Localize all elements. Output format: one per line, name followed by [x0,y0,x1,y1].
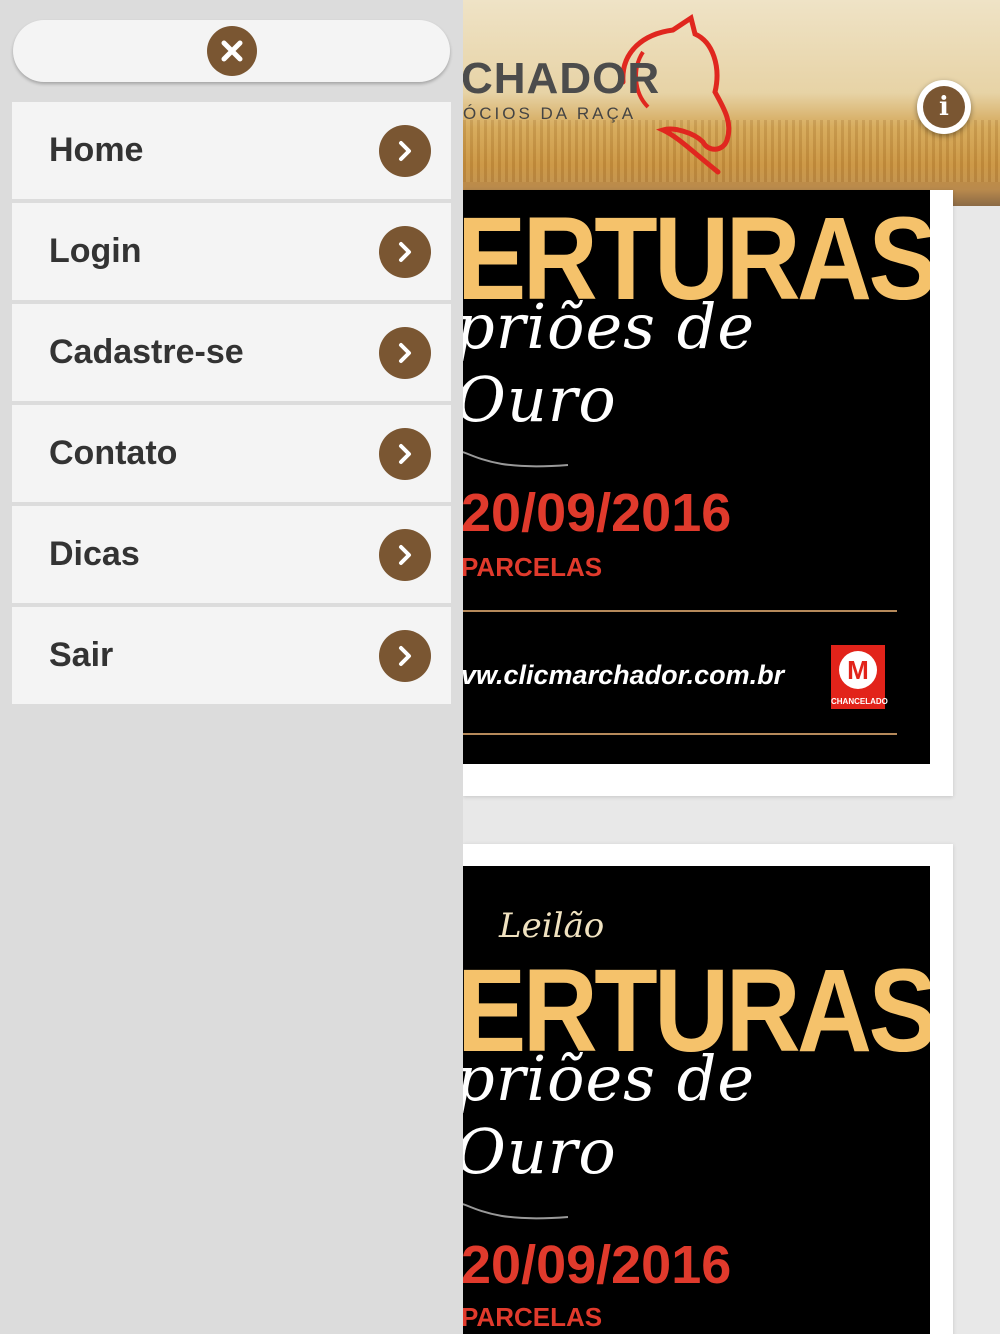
app-content: CHADOR ÓCIOS DA RAÇA i ERTURAS priões de… [463,0,1000,1334]
auction-poster-image: Leilão ERTURAS priões de Ouro 20/09/2016… [463,866,930,1334]
poster-divider [463,610,897,612]
badge-label: CHANCELADO [831,697,888,706]
chevron-right-icon [379,428,431,480]
chevron-right-icon [379,529,431,581]
chevron-right-icon [379,630,431,682]
auction-card[interactable]: Leilão ERTURAS priões de Ouro 20/09/2016… [463,844,953,1334]
side-menu: Home Login Cadastre-se Contato Dicas Sai… [0,0,463,1334]
poster-leilao: Leilão [499,906,605,946]
swoosh-graphic [463,1203,569,1220]
chevron-right-icon [379,125,431,177]
menu-item-dicas[interactable]: Dicas [12,506,451,603]
poster-url: vw.clicmarchador.com.br [463,660,785,690]
menu-item-contato[interactable]: Contato [12,405,451,502]
brand-logo-text: CHADOR [463,54,661,103]
header-banner: CHADOR ÓCIOS DA RAÇA i [463,0,1000,206]
brand-tagline: ÓCIOS DA RAÇA [463,104,637,123]
menu-item-login[interactable]: Login [12,203,451,300]
chancelado-badge: M CHANCELADO [831,645,888,709]
info-icon: i [923,86,965,128]
close-icon [206,26,257,76]
chevron-right-icon [379,327,431,379]
poster-subtitle: priões de Ouro [463,1042,756,1188]
poster-divider [463,733,897,735]
horseshoe-icon: M [839,651,877,689]
info-button[interactable]: i [917,80,971,134]
poster-subtitle: priões de Ouro [463,290,756,436]
menu-list: Home Login Cadastre-se Contato Dicas Sai… [12,102,451,708]
auction-poster-image: ERTURAS priões de Ouro 20/09/2016 PARCEL… [463,190,930,764]
menu-item-label: Login [49,232,142,270]
poster-parcelas: PARCELAS [463,1302,603,1332]
menu-item-label: Dicas [49,535,140,573]
close-menu-button[interactable] [13,20,450,82]
menu-item-label: Contato [49,434,178,472]
swoosh-graphic [463,451,569,468]
poster-date: 20/09/2016 [463,1235,732,1295]
menu-item-label: Home [49,131,144,169]
poster-date: 20/09/2016 [463,483,732,543]
menu-item-label: Sair [49,636,114,674]
menu-item-label: Cadastre-se [49,333,244,371]
auction-card[interactable]: ERTURAS priões de Ouro 20/09/2016 PARCEL… [463,190,953,796]
poster-parcelas: PARCELAS [463,552,603,582]
menu-item-cadastre-se[interactable]: Cadastre-se [12,304,451,401]
menu-item-home[interactable]: Home [12,102,451,199]
menu-item-sair[interactable]: Sair [12,607,451,704]
chevron-right-icon [379,226,431,278]
